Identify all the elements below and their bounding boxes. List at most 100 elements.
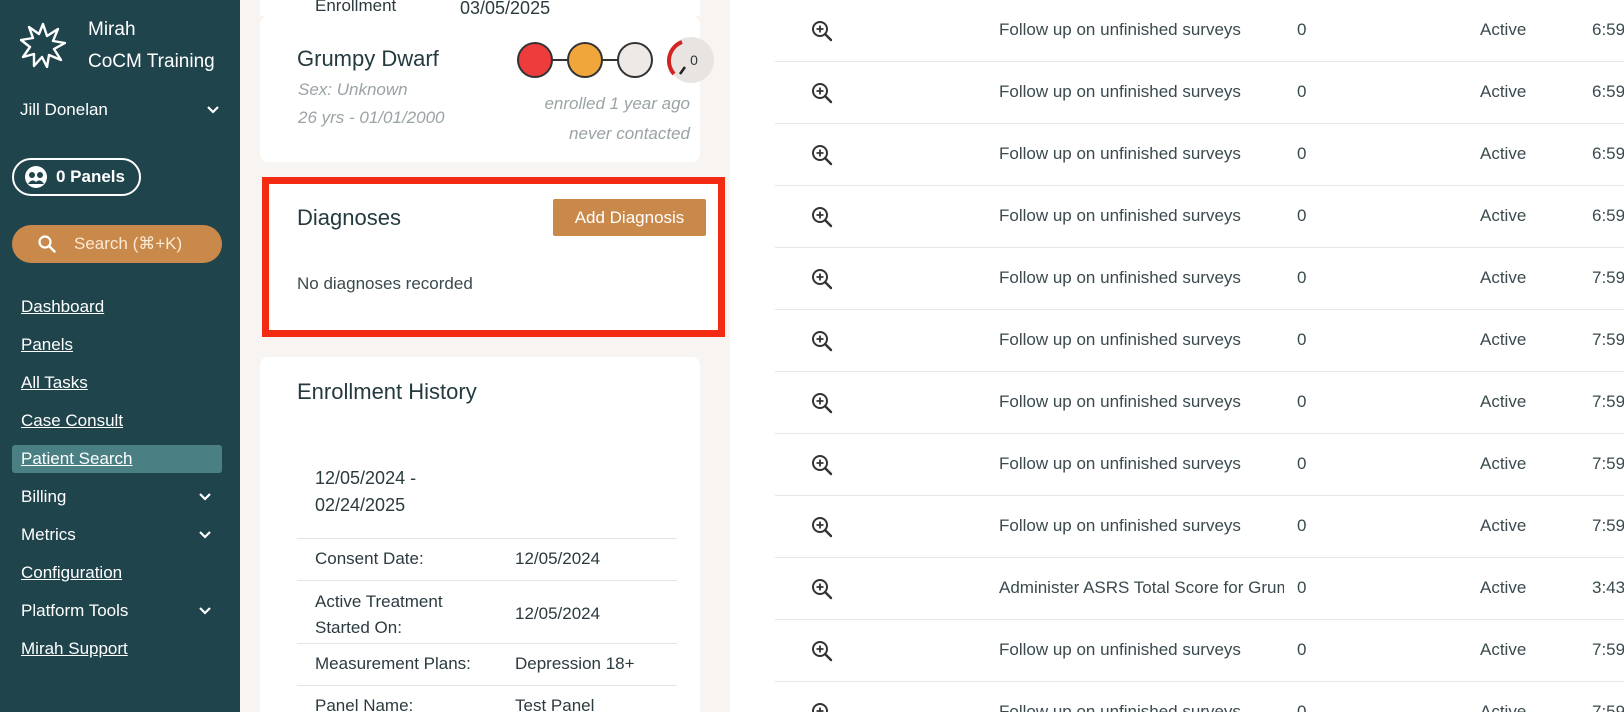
status-dot-2 xyxy=(567,42,603,78)
task-name: Follow up on unfinished surveys xyxy=(999,82,1241,101)
mirah-logo-icon xyxy=(20,22,66,68)
history-key: Panel Name: xyxy=(315,696,414,712)
task-count: 0 xyxy=(1297,640,1307,659)
search-button[interactable]: Search (⌘+K) xyxy=(12,225,222,263)
history-key: Consent Date: xyxy=(315,549,424,568)
nav-configuration[interactable]: Configuration xyxy=(12,554,222,592)
panels-icon xyxy=(25,166,47,188)
patient-column: Enrollment 03/05/2025 Grumpy Dwarf Sex: … xyxy=(240,0,730,712)
task-time: 7:59 xyxy=(1592,330,1624,349)
history-value: 12/05/2024 xyxy=(515,549,601,568)
status-dot-1 xyxy=(517,42,553,78)
task-name: Follow up on unfinished surveys xyxy=(999,20,1241,39)
zoom-in-icon[interactable] xyxy=(810,515,834,539)
nav-label: Metrics xyxy=(21,525,76,544)
table-row: Follow up on unfinished surveys 0 Active 6:… xyxy=(775,124,1624,186)
task-time: 7:59 xyxy=(1592,516,1624,535)
task-name: Administer ASRS Total Score for Grumpy D… xyxy=(999,578,1284,597)
diagnoses-title: Diagnoses xyxy=(297,205,401,230)
nav-dashboard[interactable]: Dashboard xyxy=(12,288,222,326)
task-count: 0 xyxy=(1297,392,1307,411)
sidebar: Mirah CoCM Training Jill Donelan 0 Panel… xyxy=(0,0,240,712)
table-row: Follow up on unfinished surveys 0 Active 6:… xyxy=(775,0,1624,62)
brand[interactable]: Mirah CoCM Training xyxy=(20,14,215,78)
task-count: 0 xyxy=(1297,330,1307,349)
history-key-line: Active Treatment xyxy=(315,592,443,611)
range-start: 12/05/2024 - xyxy=(315,468,417,488)
zoom-in-icon[interactable] xyxy=(810,577,834,601)
range-end: 02/24/2025 xyxy=(315,495,406,515)
status-indicator xyxy=(517,42,653,78)
history-key: Active Treatment Started On: xyxy=(315,589,443,641)
brand-name: Mirah xyxy=(88,19,136,40)
nav-label: Mirah Support xyxy=(21,639,128,658)
nav-panels[interactable]: Panels xyxy=(12,326,222,364)
task-count: 0 xyxy=(1297,268,1307,287)
task-status: Active xyxy=(1480,206,1527,225)
task-status: Active xyxy=(1480,640,1527,659)
task-status: Active xyxy=(1480,392,1527,411)
history-value: 12/05/2024 xyxy=(515,604,601,623)
user-menu[interactable]: Jill Donelan xyxy=(20,100,220,120)
task-count: 0 xyxy=(1297,516,1307,535)
nav-patient-search[interactable]: Patient Search xyxy=(12,445,222,473)
task-count: 0 xyxy=(1297,578,1307,597)
zoom-in-icon[interactable] xyxy=(810,701,834,712)
zoom-in-icon[interactable] xyxy=(810,205,834,229)
zoom-in-icon[interactable] xyxy=(810,453,834,477)
task-count: 0 xyxy=(1297,206,1307,225)
zoom-in-icon[interactable] xyxy=(810,19,834,43)
chevron-down-icon xyxy=(199,607,211,615)
score-gauge: 0 xyxy=(666,37,714,83)
zoom-in-icon[interactable] xyxy=(810,143,834,167)
panels-button[interactable]: 0 Panels xyxy=(12,158,141,196)
task-status: Active xyxy=(1480,144,1527,163)
table-row: Follow up on unfinished surveys 0 Active 6:… xyxy=(775,62,1624,124)
task-status: Active xyxy=(1480,578,1527,597)
task-time: 7:59 xyxy=(1592,702,1624,712)
enrollment-history-title: Enrollment History xyxy=(297,379,477,404)
task-status: Active xyxy=(1480,82,1527,101)
enrolled-text: enrolled 1 year ago xyxy=(544,94,690,113)
task-status: Active xyxy=(1480,268,1527,287)
zoom-in-icon[interactable] xyxy=(810,391,834,415)
task-time: 6:59 xyxy=(1592,144,1624,163)
task-time: 7:59 xyxy=(1592,454,1624,473)
nav-label: All Tasks xyxy=(21,373,88,392)
search-label: Search (⌘+K) xyxy=(74,234,183,253)
task-name: Follow up on unfinished surveys xyxy=(999,206,1241,225)
task-name: Follow up on unfinished surveys xyxy=(999,454,1241,473)
history-row-measurement-plans: Measurement Plans: Depression 18+ xyxy=(297,643,677,685)
chevron-down-icon xyxy=(199,531,211,539)
history-key-line: Started On: xyxy=(315,618,402,637)
nav-platform-tools[interactable]: Platform Tools xyxy=(12,592,222,630)
table-row: Follow up on unfinished surveys 0 Active 7:… xyxy=(775,434,1624,496)
enrollment-history-card: Enrollment History 12/05/2024 - 02/24/20… xyxy=(260,357,700,712)
chevron-down-icon xyxy=(207,106,219,114)
panels-label: 0 Panels xyxy=(56,167,125,186)
task-count: 0 xyxy=(1297,702,1307,712)
task-time: 6:59 xyxy=(1592,82,1624,101)
nav-label: Billing xyxy=(21,487,67,506)
status-dot-3 xyxy=(617,42,653,78)
task-status: Active xyxy=(1480,330,1527,349)
patient-card: Grumpy Dwarf Sex: Unknown 26 yrs - 01/01… xyxy=(260,16,714,162)
table-row: Follow up on unfinished surveys 0 Active 7:… xyxy=(775,248,1624,310)
nav-all-tasks[interactable]: All Tasks xyxy=(12,364,222,402)
zoom-in-icon[interactable] xyxy=(810,639,834,663)
nav-case-consult[interactable]: Case Consult xyxy=(12,402,222,440)
add-diagnosis-button[interactable]: Add Diagnosis xyxy=(553,199,706,236)
zoom-in-icon[interactable] xyxy=(810,81,834,105)
task-name: Follow up on unfinished surveys xyxy=(999,268,1241,287)
task-time: 6:59 xyxy=(1592,20,1624,39)
task-name: Follow up on unfinished surveys xyxy=(999,640,1241,659)
zoom-in-icon[interactable] xyxy=(810,329,834,353)
nav-mirah-support[interactable]: Mirah Support xyxy=(12,630,222,668)
history-key: Measurement Plans: xyxy=(315,654,471,673)
history-value: Depression 18+ xyxy=(515,654,635,673)
nav-billing[interactable]: Billing xyxy=(12,478,222,516)
task-name: Follow up on unfinished surveys xyxy=(999,330,1241,349)
task-count: 0 xyxy=(1297,82,1307,101)
zoom-in-icon[interactable] xyxy=(810,267,834,291)
nav-metrics[interactable]: Metrics xyxy=(12,516,222,554)
